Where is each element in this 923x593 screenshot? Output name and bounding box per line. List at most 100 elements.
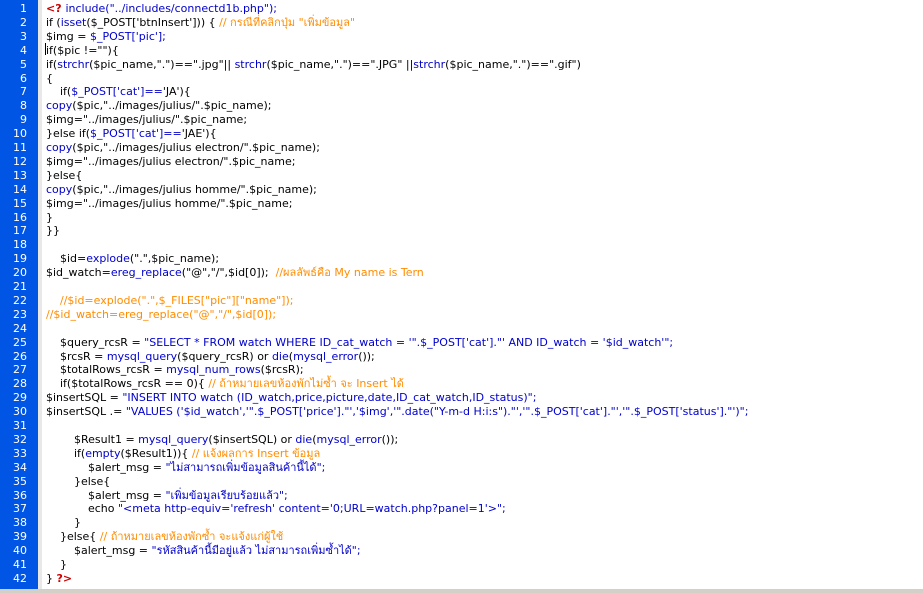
code-token: if($totalRows_rcsR == 0){ bbox=[46, 377, 209, 391]
code-token: $img="../images/julius homme/".$pic_name… bbox=[46, 196, 293, 210]
line-number: 8 bbox=[20, 99, 27, 113]
code-token: $alert_msg = bbox=[46, 488, 166, 502]
code-line[interactable]: } bbox=[46, 558, 67, 572]
code-line[interactable]: $insertSQL .= "VALUES ('$id_watch','".$_… bbox=[46, 405, 748, 419]
code-token: strchr bbox=[234, 57, 267, 71]
editor-bottom-border bbox=[0, 589, 923, 593]
line-number: 21 bbox=[13, 280, 27, 293]
code-line[interactable]: } bbox=[46, 211, 53, 225]
code-token: $alert_msg = bbox=[46, 460, 166, 474]
code-line[interactable]: if($_POST['cat']=='JA'){ bbox=[46, 85, 191, 99]
code-token: // แจ้งผลการ Insert ข้อมูล bbox=[191, 446, 321, 460]
code-line[interactable]: //$id_watch=ereg_replace("@","/",$id[0])… bbox=[46, 308, 276, 322]
code-line[interactable]: }} bbox=[46, 224, 60, 238]
code-token: if( bbox=[46, 57, 58, 71]
line-number: 1 bbox=[20, 2, 27, 15]
line-number: 15 bbox=[13, 196, 27, 210]
code-line[interactable]: copy($pic,"../images/julius/".$pic_name)… bbox=[46, 99, 272, 113]
code-token: mysql_query bbox=[106, 349, 178, 363]
code-line[interactable]: $img = $_POST['pic']; bbox=[46, 30, 166, 44]
code-token: $insertSQL = bbox=[46, 391, 123, 405]
code-line[interactable]: $totalRows_rcsR = mysql_num_rows($rcsR); bbox=[46, 363, 304, 377]
code-token: ($Result1)){ bbox=[120, 446, 192, 460]
code-token: if( bbox=[46, 85, 72, 99]
code-line[interactable]: $img="../images/julius homme/".$pic_name… bbox=[46, 197, 292, 211]
code-token: $alert_msg = bbox=[46, 544, 152, 558]
line-number: 38 bbox=[13, 516, 27, 530]
code-line[interactable]: //$id=explode(".",$_FILES["pic"]["name"]… bbox=[46, 294, 294, 308]
code-line[interactable]: $query_rcsR = "SELECT * FROM watch WHERE… bbox=[46, 336, 673, 350]
code-line[interactable]: $id=explode(".",$pic_name); bbox=[46, 252, 219, 266]
line-number: 12 bbox=[13, 154, 27, 168]
line-number: 10 bbox=[13, 127, 27, 141]
code-token: $id= bbox=[46, 252, 87, 266]
code-token: ($query_rcsR) or bbox=[177, 349, 272, 363]
code-line[interactable]: $Result1 = mysql_query($insertSQL) or di… bbox=[46, 433, 398, 447]
code-line[interactable]: if (isset($_POST['btnInsert'])) { // กรณ… bbox=[46, 16, 355, 30]
line-number: 13 bbox=[13, 168, 27, 182]
code-line[interactable]: }else{ bbox=[46, 475, 110, 489]
code-token: ($insertSQL) or bbox=[208, 432, 296, 446]
code-token: ()); bbox=[381, 432, 399, 446]
code-line[interactable]: $img="../images/julius/".$pic_name; bbox=[46, 113, 247, 127]
code-line[interactable]: copy($pic,"../images/julius homme/".$pic… bbox=[46, 183, 317, 197]
code-token: if ( bbox=[46, 15, 61, 29]
code-line[interactable]: echo "<meta http-equiv='refresh' content… bbox=[46, 502, 506, 516]
code-line[interactable]: <? include("../includes/connectd1b.php")… bbox=[46, 2, 277, 16]
line-number: 17 bbox=[13, 224, 27, 238]
code-line[interactable]: $id_watch=ereg_replace("@","/",$id[0]); … bbox=[46, 266, 424, 280]
code-token: ($_POST['btnInsert'])) { bbox=[86, 15, 220, 29]
line-number: 24 bbox=[13, 321, 27, 335]
line-number: 31 bbox=[13, 419, 27, 432]
code-token: $img="../images/julius/".$pic_name; bbox=[46, 113, 248, 127]
code-line[interactable]: } ?> bbox=[46, 572, 72, 586]
code-line[interactable]: $rcsR = mysql_query($query_rcsR) or die (… bbox=[46, 350, 375, 364]
code-token: }else{ bbox=[46, 530, 100, 544]
code-line[interactable]: if($pic !=""){ bbox=[46, 44, 119, 58]
code-editor[interactable]: 1 2 3 4 5 6 7 8 9 10 11 12 13 14 15 16 17 18 19 20 21 22 23 24 2… bbox=[0, 0, 923, 593]
code-token: copy bbox=[46, 141, 73, 154]
code-line[interactable]: if(empty($Result1)){ // แจ้งผลการ Insert… bbox=[46, 447, 320, 461]
code-token: "SELECT * FROM watch WHERE ID_cat_watch … bbox=[144, 335, 674, 349]
code-token: $rcsR = bbox=[46, 349, 107, 363]
code-token: die bbox=[295, 432, 313, 446]
code-token: ()); bbox=[358, 349, 375, 363]
code-token: ?> bbox=[56, 571, 73, 585]
code-token: ($pic_name,".")==".gif") bbox=[445, 57, 581, 71]
code-token: copy bbox=[46, 99, 73, 113]
code-text-area[interactable]: <? include("../includes/connectd1b.php")… bbox=[42, 0, 923, 593]
code-line[interactable]: { bbox=[46, 72, 53, 86]
line-number: 6 bbox=[20, 71, 27, 85]
code-token: ($rcsR); bbox=[260, 363, 304, 377]
line-number: 18 bbox=[13, 238, 27, 252]
code-line[interactable]: $alert_msg = "เพิ่มข้อมูลเรียบร้อยแล้ว"; bbox=[46, 489, 288, 503]
line-number: 22 bbox=[13, 293, 27, 307]
line-number: 7 bbox=[20, 85, 27, 99]
code-line[interactable]: if(strchr($pic_name,".")==".jpg"|| strch… bbox=[46, 58, 581, 72]
code-token: <? bbox=[46, 2, 66, 15]
code-line[interactable]: $alert_msg = "ไม่สามารถเพิ่มข้อมูลสินค้า… bbox=[46, 461, 325, 475]
line-number: 27 bbox=[13, 363, 27, 377]
code-token: ("../includes/connectd1b.php"); bbox=[105, 2, 277, 15]
line-number: 30 bbox=[13, 405, 27, 419]
code-line[interactable]: copy($pic,"../images/julius electron/".$… bbox=[46, 141, 320, 155]
code-token: strchr bbox=[57, 57, 90, 71]
code-token: include bbox=[65, 2, 106, 15]
line-number: 34 bbox=[13, 460, 27, 474]
code-line[interactable]: } bbox=[46, 516, 81, 530]
code-token: $id_watch= bbox=[46, 266, 111, 280]
code-line[interactable]: if($totalRows_rcsR == 0){ // ถ้าหมายเลขห… bbox=[46, 377, 404, 391]
code-line[interactable]: }else if($_POST['cat']=='JAE'){ bbox=[46, 127, 217, 141]
code-line[interactable]: $insertSQL = "INSERT INTO watch (ID_watc… bbox=[46, 391, 536, 405]
code-line[interactable]: $img="../images/julius electron/".$pic_n… bbox=[46, 155, 295, 169]
code-token: ($pic,"../images/julius homme/".$pic_nam… bbox=[72, 182, 317, 196]
code-token: } bbox=[46, 516, 81, 530]
code-token: mysql_error bbox=[316, 432, 382, 446]
line-number: 23 bbox=[13, 307, 27, 321]
code-line[interactable]: $alert_msg = "รหัสสินค้านี้มีอยู่แล้ว ไม… bbox=[46, 544, 361, 558]
line-number: 25 bbox=[13, 335, 27, 349]
code-line[interactable]: }else{ bbox=[46, 169, 82, 183]
code-line[interactable]: }else{ // ถ้าหมายเลขห้องพักซ้ำ จะแจ้งแก่… bbox=[46, 530, 283, 544]
line-number: 19 bbox=[13, 252, 27, 266]
line-number: 3 bbox=[20, 29, 27, 43]
